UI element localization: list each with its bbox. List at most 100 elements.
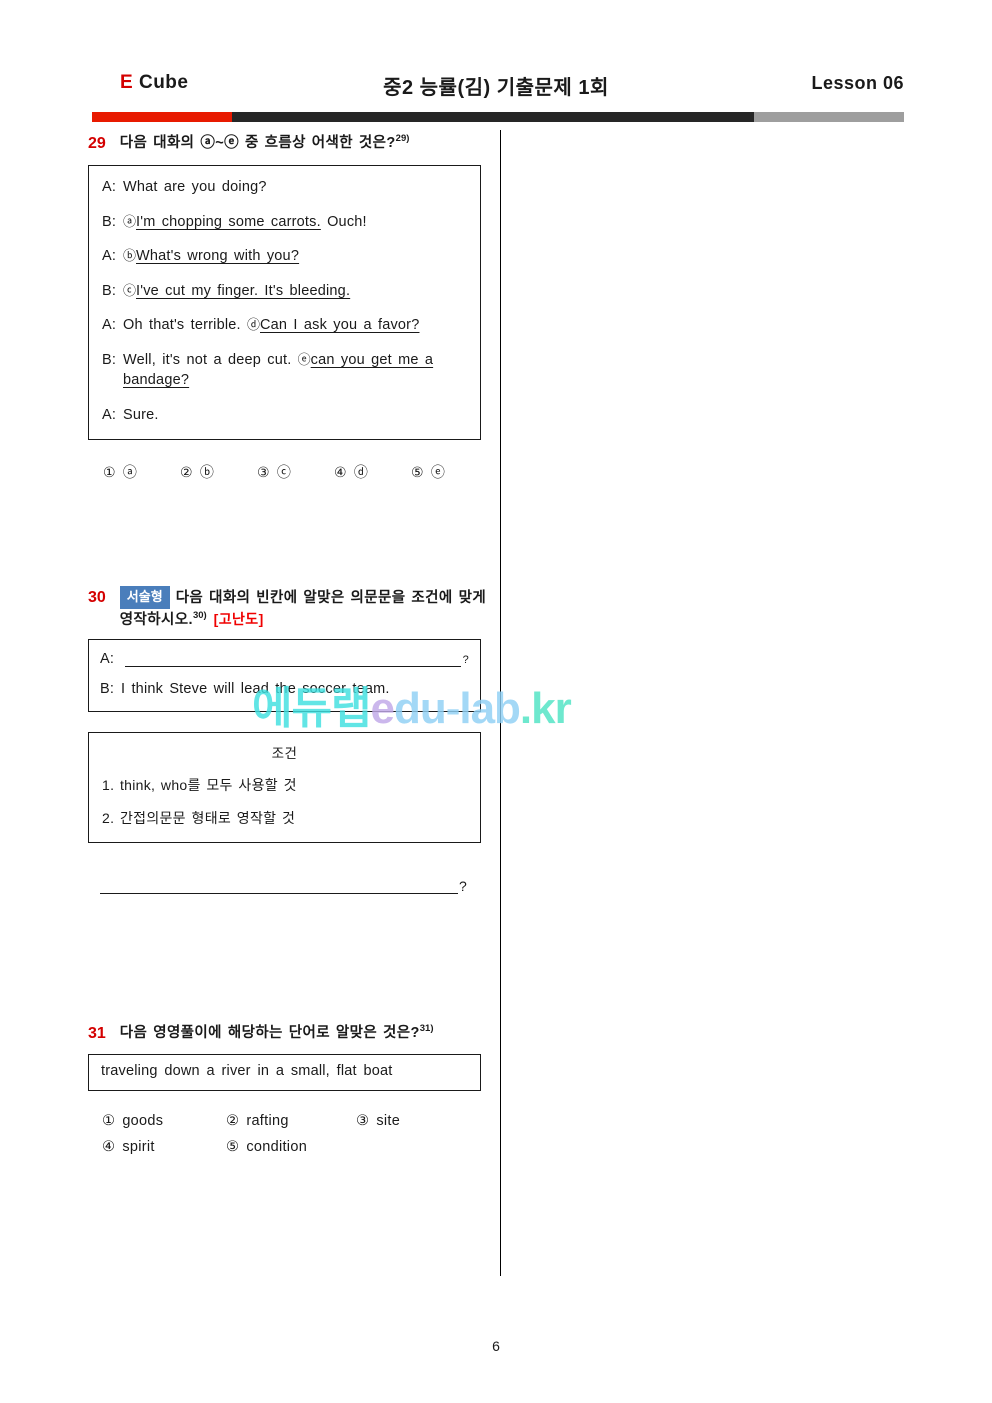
answer-write-line[interactable] <box>100 877 458 895</box>
choice-label: ⓐ <box>122 463 138 480</box>
question-29-choices: ① ⓐ ② ⓑ ③ ⓒ ④ ⓓ ⑤ ⓔ <box>88 462 488 482</box>
choice-option-1[interactable]: ① goods <box>102 1113 226 1129</box>
choice-label: condition <box>246 1138 308 1155</box>
choice-marker-e: ⓔ <box>297 351 311 367</box>
choice-option-3[interactable]: ③ site <box>356 1113 488 1129</box>
choice-option-4[interactable]: ④ ⓓ <box>334 462 411 482</box>
dialog-utterance: Oh that's terrible. ⓓCan I ask you a fav… <box>123 315 468 336</box>
choice-option-3[interactable]: ③ ⓒ <box>257 462 334 482</box>
condition-item: 1. think, who를 모두 사용할 것 <box>102 777 297 794</box>
dialog-speaker: A: <box>102 317 117 334</box>
watermark-part-kr: .kr <box>519 684 572 733</box>
question-31-heading: 31 다음 영영풀이에 해당하는 단어로 알맞은 것은?31) <box>88 1022 488 1046</box>
choice-number: ⑤ <box>226 1138 240 1155</box>
choice-number: ② <box>226 1112 240 1129</box>
dialog-speaker: A: <box>102 407 117 424</box>
question-30-heading: 30 서술형 다음 대화의 빈칸에 알맞은 의문문을 조건에 맞게 영작하시오.3… <box>88 585 488 632</box>
question-29: 29 다음 대화의 ⓐ~ⓔ 중 흐름상 어색한 것은?29) A: What a… <box>88 132 488 482</box>
dialog-line: A: Oh that's terrible. ⓓCan I ask you a … <box>102 315 468 336</box>
choice-number: ⑤ <box>411 463 424 480</box>
dialog-utterance: What are you doing? <box>123 177 468 198</box>
question-31-footnote: 31) <box>419 1023 434 1035</box>
choice-option-2[interactable]: ② rafting <box>226 1113 356 1129</box>
dialog-speaker: A: <box>102 179 117 195</box>
dialog-speaker: B: <box>102 351 117 368</box>
fill-line-b: B: I think Steve will lead the soccer te… <box>100 679 469 701</box>
dialog-utterance: Well, it's not a deep cut. ⓔcan you get … <box>123 350 468 391</box>
question-31-prompt-text: 다음 영영풀이에 해당하는 단어로 알맞은 것은? <box>119 1025 420 1042</box>
choice-label: ⓓ <box>353 463 369 480</box>
fill-question-mark: ? <box>462 653 469 666</box>
choice-option-1[interactable]: ① ⓐ <box>103 462 180 482</box>
dialog-line: B: Well, it's not a deep cut. ⓔcan you g… <box>102 350 468 391</box>
choice-number: ④ <box>102 1138 116 1155</box>
question-29-footnote: 29) <box>395 133 410 145</box>
answer-blank-input[interactable] <box>125 651 461 668</box>
choice-number: ③ <box>356 1112 370 1129</box>
choice-number: ② <box>180 463 193 480</box>
dialog-utterance: ⓑWhat's wrong with you? <box>123 246 468 267</box>
dialog-plain-after: Ouch! <box>320 213 367 230</box>
question-30-footnote: 30) <box>192 610 207 622</box>
choice-option-4[interactable]: ④ spirit <box>102 1139 226 1155</box>
question-31-choices: ① goods ② rafting ③ site ④ spirit ⑤ condition <box>88 1113 488 1155</box>
dialog-underlined: What's wrong with you? <box>136 248 300 265</box>
choice-marker-a: ⓐ <box>123 213 137 229</box>
dialog-underlined: Can I ask you a favor? <box>260 317 420 334</box>
condition-item: 2. 간접의문문 형태로 영작할 것 <box>102 810 296 827</box>
dialog-speaker: A: <box>102 248 117 265</box>
rule-segment-gray <box>754 112 904 122</box>
choice-marker-c: ⓒ <box>123 282 137 298</box>
question-29-prompt-text: 다음 대화의 ⓐ~ⓔ 중 흐름상 어색한 것은? <box>119 135 396 151</box>
choice-number: ① <box>102 1112 116 1129</box>
choice-label: goods <box>122 1112 164 1129</box>
dialog-speaker: B: <box>102 213 117 230</box>
choice-label: rafting <box>246 1112 289 1129</box>
question-29-dialog-box: A: What are you doing? B: ⓐI'm chopping … <box>88 165 481 440</box>
dialog-underlined: I'm chopping some carrots. <box>136 213 321 230</box>
question-30: 30 서술형 다음 대화의 빈칸에 알맞은 의문문을 조건에 맞게 영작하시오.3… <box>88 585 488 895</box>
dialog-utterance: ⓒI've cut my finger. It's bleeding. <box>123 281 468 302</box>
dialog-line: B: ⓒI've cut my finger. It's bleeding. <box>102 281 468 302</box>
dialog-plain-before: Oh that's terrible. <box>123 317 247 334</box>
choice-option-5[interactable]: ⑤ ⓔ <box>411 462 488 482</box>
left-column: 29 다음 대화의 ⓐ~ⓔ 중 흐름상 어색한 것은?29) A: What a… <box>88 132 488 1155</box>
fill-speaker-a: A: <box>100 650 115 667</box>
question-29-prompt: 다음 대화의 ⓐ~ⓔ 중 흐름상 어색한 것은?29) <box>120 132 488 154</box>
fill-text-b: I think Steve will lead the soccer team. <box>121 681 390 698</box>
dialog-speaker: B: <box>102 282 117 299</box>
rule-segment-red <box>92 112 232 122</box>
choice-marker-d: ⓓ <box>246 317 260 333</box>
dialog-line: A: Sure. <box>102 405 468 426</box>
choice-label: site <box>376 1112 401 1129</box>
dialog-utterance: Sure. <box>123 405 468 426</box>
header-rule-bar <box>92 112 904 122</box>
definition-box: traveling down a river in a small, flat … <box>88 1054 481 1091</box>
dialog-line: A: ⓑWhat's wrong with you? <box>102 246 468 267</box>
choice-number: ③ <box>257 463 270 480</box>
descriptive-type-badge: 서술형 <box>119 585 170 609</box>
choice-label: spirit <box>122 1138 155 1155</box>
answer-question-mark: ? <box>459 878 467 895</box>
definition-text: traveling down a river in a small, flat … <box>101 1063 393 1080</box>
question-31: 31 다음 영영풀이에 해당하는 단어로 알맞은 것은?31) travelin… <box>88 1022 488 1155</box>
dialog-line: B: ⓐI'm chopping some carrots. Ouch! <box>102 212 468 233</box>
dialog-utterance: ⓐI'm chopping some carrots. Ouch! <box>123 212 468 233</box>
question-30-prompt: 서술형 다음 대화의 빈칸에 알맞은 의문문을 조건에 맞게 영작하시오.30) [… <box>119 585 488 632</box>
question-29-heading: 29 다음 대화의 ⓐ~ⓔ 중 흐름상 어색한 것은?29) <box>88 132 488 156</box>
dialog-plain-before: Well, it's not a deep cut. <box>123 351 298 368</box>
choice-number: ④ <box>334 463 347 480</box>
dialog-underlined: I've cut my finger. It's bleeding. <box>136 282 351 299</box>
question-31-prompt: 다음 영영풀이에 해당하는 단어로 알맞은 것은?31) <box>120 1022 488 1044</box>
choice-option-5[interactable]: ⑤ condition <box>226 1139 356 1155</box>
conditions-box: 조건 1. think, who를 모두 사용할 것 2. 간접의문문 형태로 … <box>88 732 481 844</box>
difficulty-tag: [고난도] <box>213 611 264 628</box>
choice-option-2[interactable]: ② ⓑ <box>180 462 257 482</box>
fill-line-a: A: ? <box>100 649 469 671</box>
column-divider <box>500 130 501 1276</box>
rule-segment-dark <box>232 112 754 122</box>
dialog-plain-before: Sure. <box>123 407 159 424</box>
choice-label: ⓒ <box>276 463 292 480</box>
question-29-number: 29 <box>88 135 106 152</box>
choice-marker-b: ⓑ <box>123 248 137 264</box>
